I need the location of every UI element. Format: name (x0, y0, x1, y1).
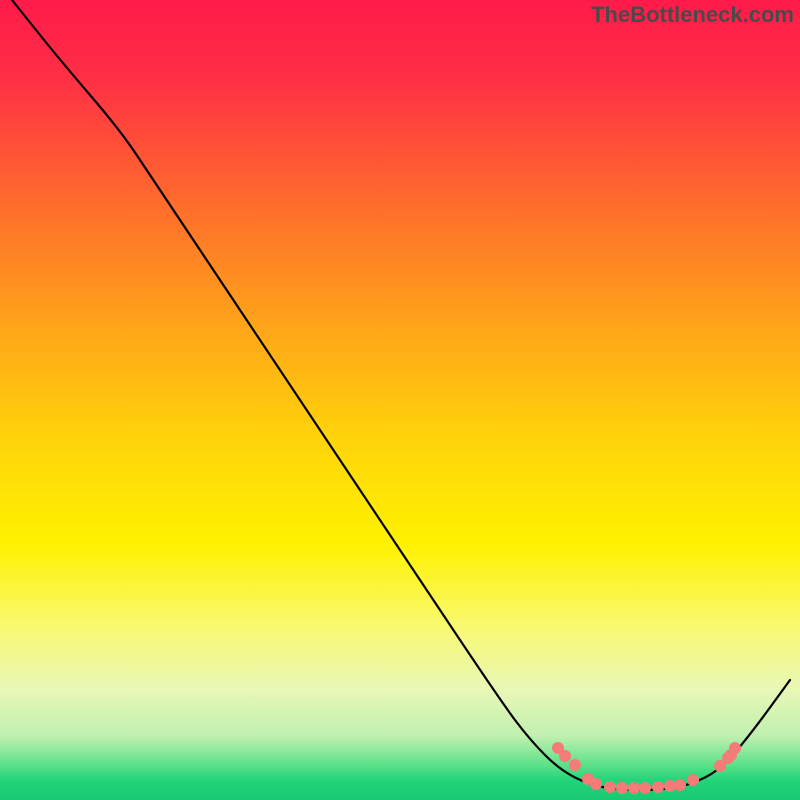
marker-dot (628, 782, 640, 794)
marker-dot (569, 759, 581, 771)
bottleneck-curve (12, 0, 790, 790)
marker-dot (604, 781, 616, 793)
marker-dot (652, 781, 664, 793)
marker-dot (590, 778, 602, 790)
marker-dot (616, 782, 628, 794)
marker-dot (639, 782, 651, 794)
chart-overlay (0, 0, 800, 800)
marker-dot (687, 774, 699, 786)
marker-dot (674, 779, 686, 791)
watermark-text: TheBottleneck.com (591, 2, 794, 28)
marker-dot (729, 742, 741, 754)
marker-dot (559, 750, 571, 762)
chart-container: TheBottleneck.com (0, 0, 800, 800)
marker-group (552, 742, 741, 794)
